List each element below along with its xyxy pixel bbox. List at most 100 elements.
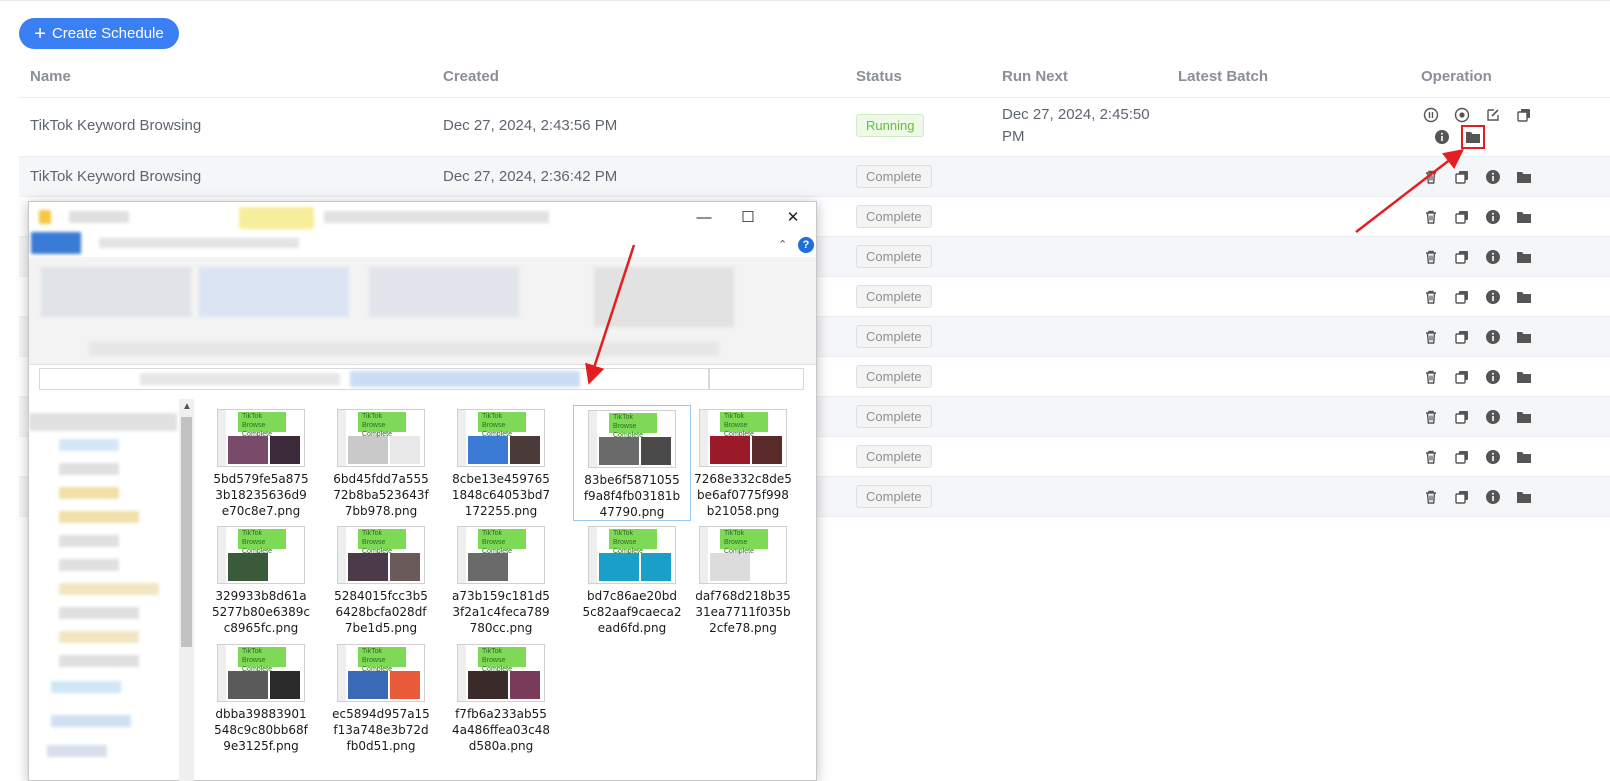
delete-icon[interactable]: [1422, 248, 1440, 266]
copy-icon[interactable]: [1453, 288, 1471, 306]
delete-icon[interactable]: [1422, 328, 1440, 346]
search-box[interactable]: [709, 368, 804, 390]
copy-icon[interactable]: [1453, 408, 1471, 426]
info-icon[interactable]: [1484, 168, 1502, 186]
folder-icon[interactable]: [1515, 328, 1533, 346]
file-item[interactable]: TikTok Browse Complete 6bd45fdd7a555 72b8…: [322, 405, 440, 519]
info-icon[interactable]: [1484, 208, 1502, 226]
info-icon[interactable]: [1484, 248, 1502, 266]
collapse-ribbon-icon[interactable]: ⌃: [778, 238, 787, 251]
delete-icon[interactable]: [1422, 408, 1440, 426]
file-item[interactable]: TikTok Browse Complete 5bd579fe5a875 3b18…: [202, 405, 320, 519]
copy-icon[interactable]: [1453, 208, 1471, 226]
file-name: bd7c86ae20bd 5c82aaf9caeca2 ead6fd.png: [582, 589, 682, 635]
folder-icon[interactable]: [1515, 448, 1533, 466]
folder-icon[interactable]: [1515, 168, 1533, 186]
navigation-pane[interactable]: [29, 399, 179, 781]
pause-icon[interactable]: [1422, 106, 1440, 124]
file-thumbnail: TikTok Browse Complete: [457, 409, 545, 467]
file-item[interactable]: TikTok Browse Complete 329933b8d61a 5277b…: [202, 522, 320, 636]
delete-icon[interactable]: [1422, 448, 1440, 466]
file-name: daf768d218b35 31ea7711f035b 2cfe78.png: [695, 589, 791, 635]
folder-icon[interactable]: [1515, 208, 1533, 226]
row-created: Dec 27, 2024, 2:43:56 PM: [443, 117, 618, 134]
file-thumbnail: TikTok Browse Complete: [337, 409, 425, 467]
copy-icon[interactable]: [1453, 368, 1471, 386]
nav-scrollbar[interactable]: ▲: [179, 399, 194, 781]
info-icon[interactable]: [1484, 368, 1502, 386]
file-thumbnail: TikTok Browse Complete: [337, 644, 425, 702]
edit-icon[interactable]: [1484, 106, 1502, 124]
status-badge: Complete: [856, 285, 932, 308]
file-thumbnail: TikTok Browse Complete: [217, 526, 305, 584]
status-badge: Running: [856, 114, 925, 137]
info-icon[interactable]: [1484, 288, 1502, 306]
folder-icon[interactable]: [1461, 125, 1485, 149]
info-icon[interactable]: [1484, 328, 1502, 346]
info-icon[interactable]: [1484, 408, 1502, 426]
column-header-operation: Operation: [1421, 68, 1492, 85]
column-header-run-next: Run Next: [1002, 68, 1068, 85]
delete-icon[interactable]: [1422, 368, 1440, 386]
file-thumbnail: TikTok Browse Complete: [588, 410, 676, 468]
folder-icon[interactable]: [1515, 368, 1533, 386]
file-item[interactable]: TikTok Browse Complete 7268e332c8de5 be6a…: [684, 405, 802, 519]
file-thumbnail: TikTok Browse Complete: [217, 409, 305, 467]
file-item[interactable]: TikTok Browse Complete ec5894d957a15 f13a…: [322, 640, 440, 754]
file-item[interactable]: TikTok Browse Complete 8cbe13e459765 1848…: [442, 405, 560, 519]
file-item[interactable]: TikTok Browse Complete 83be6f5871055 f9a8…: [573, 405, 691, 521]
delete-icon[interactable]: [1422, 168, 1440, 186]
column-header-created: Created: [443, 68, 499, 85]
maximize-button[interactable]: ☐: [739, 208, 757, 226]
file-item[interactable]: TikTok Browse Complete daf768d218b35 31ea…: [684, 522, 802, 636]
file-item[interactable]: TikTok Browse Complete dbba39883901 548c9…: [202, 640, 320, 754]
column-header-name: Name: [30, 68, 71, 85]
file-item[interactable]: TikTok Browse Complete a73b159c181d5 3f2a…: [442, 522, 560, 636]
thumb-badge-status: Complete: [362, 431, 392, 438]
file-thumbnail: TikTok Browse Complete: [337, 526, 425, 584]
status-badge: Complete: [856, 365, 932, 388]
info-icon[interactable]: [1433, 128, 1451, 146]
info-icon[interactable]: [1484, 448, 1502, 466]
folder-icon[interactable]: [1515, 288, 1533, 306]
create-schedule-button[interactable]: + Create Schedule: [19, 18, 179, 49]
close-button[interactable]: ✕: [784, 208, 802, 226]
thumb-badge-status: Complete: [242, 666, 272, 673]
file-item[interactable]: TikTok Browse Complete bd7c86ae20bd 5c82a…: [573, 522, 691, 636]
address-bar[interactable]: [39, 368, 709, 390]
folder-icon[interactable]: [1515, 248, 1533, 266]
thumb-badge-title: TikTok Browse: [482, 648, 506, 664]
scroll-up-icon[interactable]: ▲: [182, 401, 192, 412]
scroll-thumb[interactable]: [181, 417, 192, 647]
explorer-titlebar: — ☐ ✕: [29, 202, 816, 232]
delete-icon[interactable]: [1422, 488, 1440, 506]
create-schedule-label: Create Schedule: [51, 25, 164, 42]
file-item[interactable]: TikTok Browse Complete 5284015fcc3b5 6428…: [322, 522, 440, 636]
table-row: TikTok Keyword Browsing Dec 27, 2024, 2:3…: [19, 157, 1610, 197]
thumb-badge-title: TikTok Browse: [242, 530, 266, 546]
status-badge: Complete: [856, 165, 932, 188]
copy-icon[interactable]: [1453, 328, 1471, 346]
copy-icon[interactable]: [1453, 168, 1471, 186]
copy-icon[interactable]: [1515, 106, 1533, 124]
minimize-button[interactable]: —: [695, 208, 713, 226]
copy-icon[interactable]: [1453, 488, 1471, 506]
copy-icon[interactable]: [1453, 448, 1471, 466]
help-icon[interactable]: ?: [798, 237, 814, 253]
thumb-badge-status: Complete: [724, 431, 754, 438]
ribbon-tab-file[interactable]: [31, 232, 81, 254]
info-icon[interactable]: [1484, 488, 1502, 506]
explorer-ribbon: [29, 257, 816, 365]
delete-icon[interactable]: [1422, 208, 1440, 226]
thumb-badge-status: Complete: [482, 666, 512, 673]
stop-icon[interactable]: [1453, 106, 1471, 124]
delete-icon[interactable]: [1422, 288, 1440, 306]
file-name: 83be6f5871055 f9a8f4fb03181b 47790.png: [583, 473, 681, 519]
thumb-badge-status: Complete: [613, 432, 643, 439]
thumb-badge-status: Complete: [613, 548, 643, 555]
file-item[interactable]: TikTok Browse Complete f7fb6a233ab55 4a48…: [442, 640, 560, 754]
folder-icon[interactable]: [1515, 408, 1533, 426]
folder-icon[interactable]: [1515, 488, 1533, 506]
copy-icon[interactable]: [1453, 248, 1471, 266]
status-badge: Complete: [856, 245, 932, 268]
